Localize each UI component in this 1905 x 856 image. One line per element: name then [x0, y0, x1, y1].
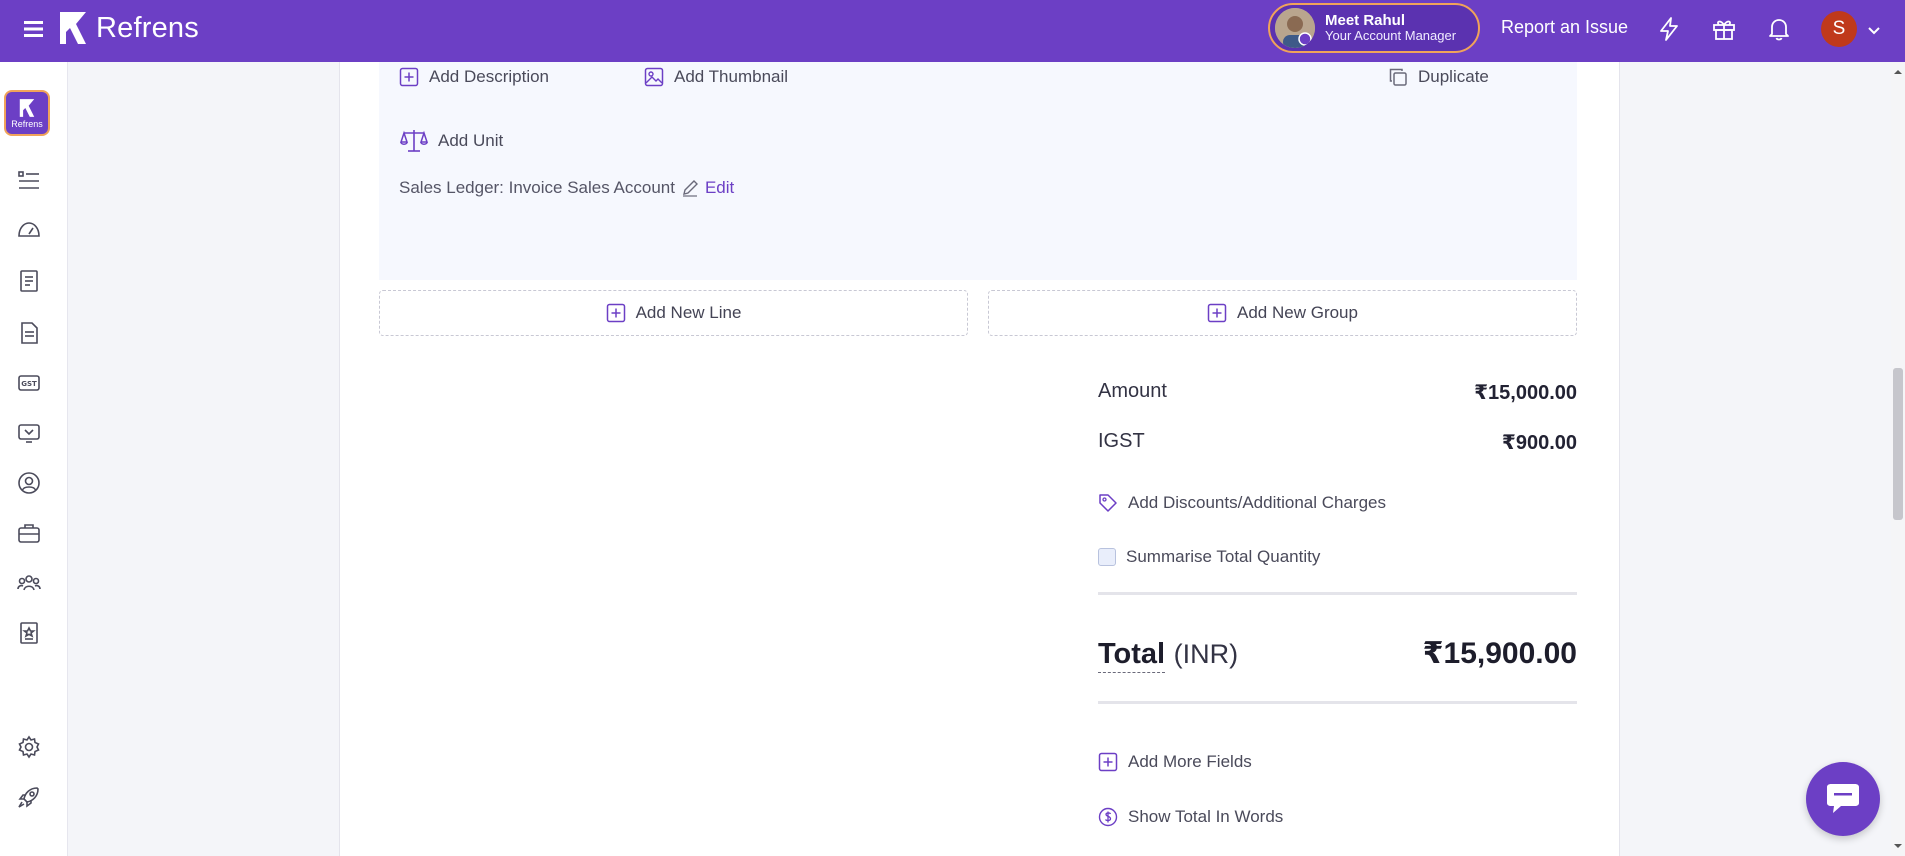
add-unit-button[interactable]: Add Unit [400, 128, 503, 154]
gst-icon-label: GST [21, 380, 37, 388]
lightning-icon[interactable] [1656, 16, 1682, 42]
plus-square-icon [606, 303, 625, 323]
dollar-circle-icon [1098, 807, 1118, 827]
add-description-label: Add Description [429, 67, 550, 86]
add-thumbnail-button[interactable]: Add Thumbnail [644, 67, 788, 87]
add-more-fields-label: Add More Fields [1128, 752, 1252, 771]
add-discounts-button[interactable]: Add Discounts/Additional Charges [1098, 493, 1386, 513]
duplicate-button[interactable]: Duplicate [1388, 67, 1489, 87]
add-new-line-button[interactable]: Add New Line [379, 290, 968, 336]
menu-icon[interactable] [22, 17, 46, 41]
brand-name: Refrens [96, 11, 199, 44]
sales-ledger-text: Sales Ledger: Invoice Sales Account [399, 178, 675, 197]
chat-widget-button[interactable] [1806, 762, 1880, 836]
pencil-icon [682, 180, 698, 197]
edit-ledger-button[interactable]: Edit [681, 178, 734, 198]
chat-icon [1827, 784, 1859, 813]
sidebar-gst-icon[interactable]: GST [16, 370, 42, 396]
show-total-words-button[interactable]: Show Total In Words [1098, 807, 1283, 827]
scrollbar-thumb[interactable] [1893, 368, 1903, 520]
chevron-down-icon[interactable] [1866, 22, 1882, 38]
add-new-line-label: Add New Line [635, 303, 742, 322]
sales-ledger-row: Sales Ledger: Invoice Sales Account Edit [399, 178, 734, 198]
plus-square-icon [1207, 303, 1227, 323]
brand-logo[interactable]: Refrens [56, 10, 199, 46]
user-avatar[interactable]: S [1821, 11, 1857, 47]
page-scrollbar[interactable] [1891, 62, 1905, 856]
report-issue-link[interactable]: Report an Issue [1501, 17, 1628, 38]
summarise-quantity-checkbox[interactable] [1098, 548, 1116, 566]
refrens-logo-icon [19, 98, 35, 117]
add-description-button[interactable]: Add Description [399, 67, 549, 87]
gift-icon[interactable] [1711, 16, 1737, 42]
total-label: Total [1098, 638, 1166, 673]
plus-square-icon [399, 67, 419, 87]
amount-value: ₹15,000.00 [1474, 382, 1577, 404]
sidebar-customer-icon[interactable] [16, 470, 42, 496]
add-new-group-label: Add New Group [1237, 303, 1358, 322]
sidebar-dashboard-icon[interactable] [16, 218, 42, 244]
summary-divider [1098, 592, 1577, 595]
sidebar-badge-icon[interactable] [16, 620, 42, 646]
igst-value: ₹900.00 [1501, 432, 1577, 454]
image-icon [644, 67, 664, 87]
total-currency: (INR) [1173, 639, 1239, 669]
line-item-panel [379, 62, 1577, 280]
duplicate-label: Duplicate [1418, 67, 1489, 86]
add-thumbnail-label: Add Thumbnail [674, 67, 789, 86]
sidebar-rocket-icon[interactable] [16, 784, 42, 810]
show-total-words-label: Show Total In Words [1128, 807, 1284, 826]
scroll-down-icon[interactable] [1891, 840, 1905, 852]
top-bar: Refrens Meet Rahul Your Account Manager … [0, 0, 1905, 62]
account-manager-button[interactable]: Meet Rahul Your Account Manager [1268, 3, 1480, 53]
add-unit-label: Add Unit [438, 131, 504, 150]
edit-label: Edit [704, 178, 735, 197]
sidebar-logo[interactable]: Refrens [4, 90, 50, 136]
sidebar-payment-icon[interactable] [16, 420, 42, 446]
igst-row: IGST ₹900.00 [1098, 430, 1577, 455]
igst-label: IGST [1098, 430, 1145, 452]
add-more-fields-button[interactable]: Add More Fields [1098, 752, 1252, 772]
sidebar-document-icon[interactable] [16, 320, 42, 346]
account-manager-avatar [1275, 8, 1315, 48]
amount-row: Amount ₹15,000.00 [1098, 380, 1577, 405]
sidebar: Refrens GST [0, 62, 68, 856]
sidebar-invoice-icon[interactable] [16, 268, 42, 294]
scale-icon [400, 130, 428, 152]
add-new-group-button[interactable]: Add New Group [988, 290, 1577, 336]
add-discounts-label: Add Discounts/Additional Charges [1128, 493, 1386, 512]
refrens-logo-icon [60, 12, 86, 44]
bell-icon[interactable] [1766, 16, 1792, 42]
copy-icon [1389, 68, 1407, 86]
sidebar-team-icon[interactable] [16, 570, 42, 596]
sidebar-list-icon[interactable] [16, 168, 42, 194]
account-manager-name: Meet Rahul [1325, 11, 1406, 29]
tag-icon [1099, 494, 1117, 512]
summarise-quantity-label: Summarise Total Quantity [1126, 547, 1321, 566]
amount-label: Amount [1098, 380, 1167, 402]
sidebar-logo-text: Refrens [11, 118, 43, 129]
summarise-quantity-row[interactable]: Summarise Total Quantity [1098, 547, 1320, 567]
total-value: ₹15,900.00 [1422, 637, 1577, 670]
plus-square-icon [1098, 752, 1118, 772]
account-manager-role: Your Account Manager [1325, 28, 1457, 44]
total-divider [1098, 701, 1577, 704]
total-row: Total (INR) ₹15,900.00 [1098, 636, 1577, 673]
scroll-up-icon[interactable] [1891, 66, 1905, 78]
sidebar-settings-icon[interactable] [16, 734, 42, 760]
sidebar-briefcase-icon[interactable] [16, 520, 42, 546]
